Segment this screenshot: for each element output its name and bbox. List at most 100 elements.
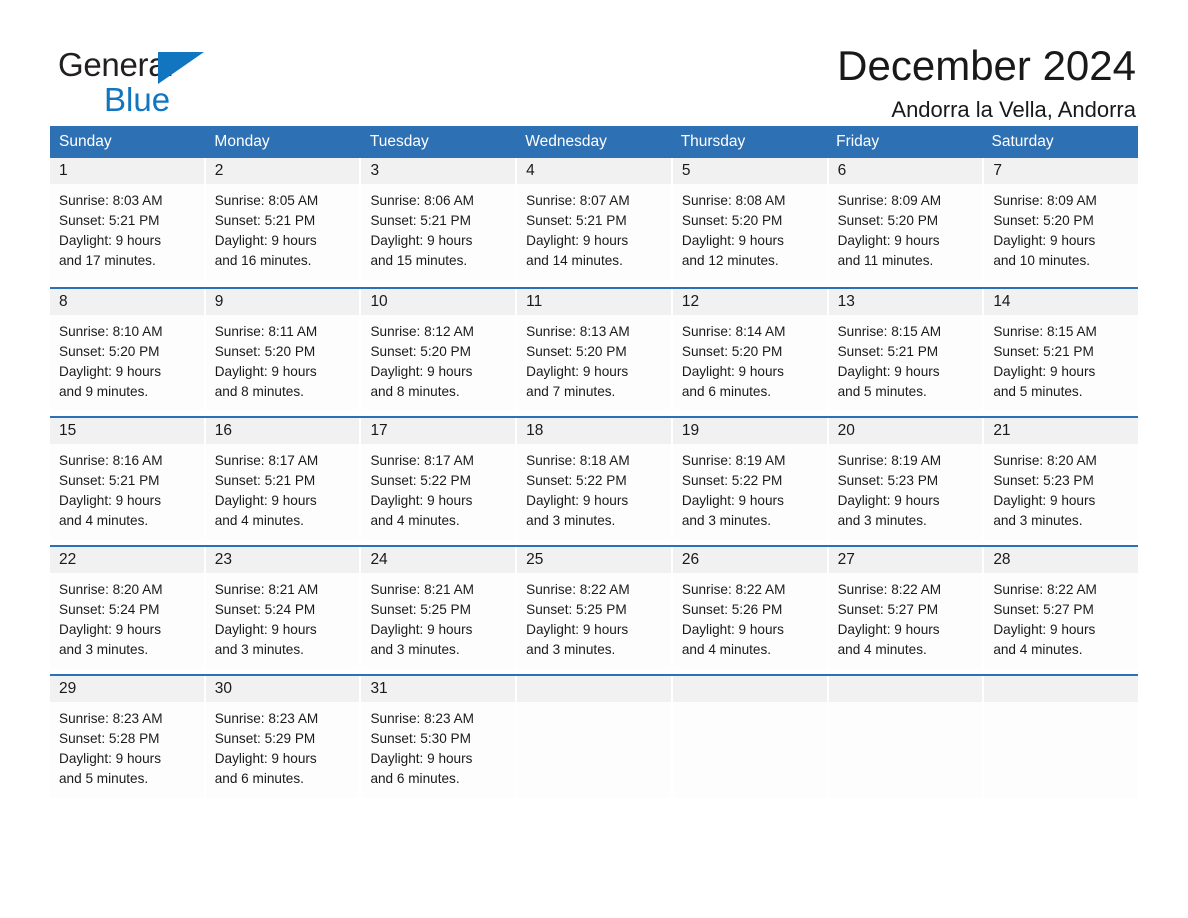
day-number: 4 — [526, 162, 535, 179]
calendar-day-cell[interactable]: 5 Sunrise: 8:08 AM Sunset: 5:20 PM Daylight… — [672, 158, 829, 282]
day-number-band: 6 — [828, 158, 983, 184]
daylight-text-line1: Daylight: 9 hours — [993, 622, 1096, 637]
sunrise-text: Sunrise: 8:05 AM — [214, 193, 319, 208]
calendar-day-cell[interactable]: 1 Sunrise: 8:03 AM Sunset: 5:21 PM Daylight… — [50, 158, 206, 282]
day-number-band: 17 — [361, 418, 516, 444]
day-number-band: 2 — [205, 158, 360, 184]
day-number-band — [828, 676, 983, 702]
calendar-day-cell[interactable]: 11 Sunrise: 8:13 AM Sunset: 5:20 PM Dayligh… — [517, 289, 673, 411]
sunset-text: Sunset: 5:20 PM — [837, 213, 939, 228]
weekday-header-saturday: Saturday — [991, 133, 1054, 150]
calendar-day-cell[interactable]: 16 Sunrise: 8:17 AM Sunset: 5:21 PM Dayligh… — [205, 418, 362, 540]
daylight-text-line2: and 3 minutes. — [681, 513, 772, 528]
calendar-week-row: 8 Sunrise: 8:10 AM Sunset: 5:20 PM Daylight… — [50, 287, 1139, 411]
daylight-text-line2: and 14 minutes. — [526, 253, 623, 268]
daylight-text-line1: Daylight: 9 hours — [59, 751, 162, 766]
calendar-day-cell[interactable]: 24 Sunrise: 8:21 AM Sunset: 5:25 PM Dayligh… — [361, 547, 518, 669]
calendar-day-cell[interactable]: 22 Sunrise: 8:20 AM Sunset: 5:24 PM Dayligh… — [50, 547, 206, 669]
daylight-text-line2: and 4 minutes. — [214, 513, 304, 528]
day-sun-info: Sunrise: 8:22 AM Sunset: 5:25 PM Daylight:… — [517, 573, 671, 660]
daylight-text-line1: Daylight: 9 hours — [837, 364, 940, 379]
day-number: 20 — [837, 422, 855, 439]
calendar-day-cell[interactable]: 4 Sunrise: 8:07 AM Sunset: 5:21 PM Daylight… — [517, 158, 673, 282]
sunrise-text: Sunrise: 8:22 AM — [993, 582, 1097, 597]
daylight-text-line1: Daylight: 9 hours — [214, 622, 317, 637]
sunrise-text: Sunrise: 8:20 AM — [993, 453, 1097, 468]
day-number-band: 25 — [517, 547, 671, 573]
daylight-text-line2: and 8 minutes. — [214, 384, 304, 399]
sunset-text: Sunset: 5:20 PM — [681, 344, 783, 359]
sunrise-text: Sunrise: 8:20 AM — [59, 582, 163, 597]
sunrise-text: Sunrise: 8:09 AM — [993, 193, 1097, 208]
sunrise-text: Sunrise: 8:08 AM — [681, 193, 786, 208]
calendar-day-cell[interactable]: 17 Sunrise: 8:17 AM Sunset: 5:22 PM Dayligh… — [361, 418, 518, 540]
calendar-day-cell[interactable]: 10 Sunrise: 8:12 AM Sunset: 5:20 PM Dayligh… — [361, 289, 518, 411]
day-number: 29 — [59, 680, 77, 697]
calendar-day-cell[interactable]: 9 Sunrise: 8:11 AM Sunset: 5:20 PM Daylight… — [205, 289, 362, 411]
calendar-day-cell[interactable]: 12 Sunrise: 8:14 AM Sunset: 5:20 PM Dayligh… — [672, 289, 829, 411]
day-number: 1 — [59, 162, 68, 179]
calendar-day-cell[interactable]: 25 Sunrise: 8:22 AM Sunset: 5:25 PM Dayligh… — [517, 547, 673, 669]
sunrise-text: Sunrise: 8:06 AM — [370, 193, 474, 208]
daylight-text-line1: Daylight: 9 hours — [214, 364, 317, 379]
daylight-text-line2: and 5 minutes. — [59, 771, 149, 786]
day-sun-info: Sunrise: 8:19 AM Sunset: 5:22 PM Daylight:… — [673, 444, 827, 531]
calendar-day-cell[interactable]: 15 Sunrise: 8:16 AM Sunset: 5:21 PM Dayligh… — [50, 418, 206, 540]
daylight-text-line2: and 16 minutes. — [214, 253, 312, 268]
day-number: 15 — [59, 422, 77, 439]
day-number: 26 — [681, 551, 700, 568]
sunrise-text: Sunrise: 8:16 AM — [59, 453, 163, 468]
sunrise-text: Sunrise: 8:17 AM — [370, 453, 474, 468]
day-number: 14 — [993, 293, 1011, 310]
day-number-band — [984, 676, 1139, 702]
calendar-day-cell[interactable]: 7 Sunrise: 8:09 AM Sunset: 5:20 PM Daylight… — [984, 158, 1139, 282]
sunset-text: Sunset: 5:21 PM — [837, 344, 939, 359]
sunset-text: Sunset: 5:20 PM — [59, 344, 160, 359]
calendar-day-cell[interactable]: 13 Sunrise: 8:15 AM Sunset: 5:21 PM Dayligh… — [828, 289, 985, 411]
calendar-day-cell[interactable]: 14 Sunrise: 8:15 AM Sunset: 5:21 PM Dayligh… — [984, 289, 1139, 411]
day-number: 21 — [993, 422, 1011, 439]
calendar-day-cell[interactable]: 8 Sunrise: 8:10 AM Sunset: 5:20 PM Daylight… — [50, 289, 206, 411]
daylight-text-line1: Daylight: 9 hours — [214, 493, 317, 508]
daylight-text-line1: Daylight: 9 hours — [837, 233, 940, 248]
daylight-text-line1: Daylight: 9 hours — [681, 493, 784, 508]
daylight-text-line1: Daylight: 9 hours — [214, 751, 317, 766]
sunrise-text: Sunrise: 8:13 AM — [526, 324, 630, 339]
day-number-band: 15 — [50, 418, 204, 444]
day-number-band: 12 — [672, 289, 827, 315]
sunrise-text: Sunrise: 8:11 AM — [214, 324, 318, 339]
calendar-day-cell[interactable]: 23 Sunrise: 8:21 AM Sunset: 5:24 PM Dayligh… — [205, 547, 362, 669]
calendar-day-cell[interactable]: 30 Sunrise: 8:23 AM Sunset: 5:29 PM Dayligh… — [205, 676, 362, 798]
day-sun-info: Sunrise: 8:14 AM Sunset: 5:20 PM Daylight:… — [673, 315, 827, 402]
day-sun-info: Sunrise: 8:08 AM Sunset: 5:20 PM Daylight:… — [673, 184, 827, 271]
calendar-day-cell[interactable]: 20 Sunrise: 8:19 AM Sunset: 5:23 PM Dayligh… — [828, 418, 985, 540]
day-number: 10 — [370, 293, 388, 310]
calendar-day-cell[interactable]: 3 Sunrise: 8:06 AM Sunset: 5:21 PM Daylight… — [361, 158, 518, 282]
day-sun-info: Sunrise: 8:06 AM Sunset: 5:21 PM Daylight:… — [361, 184, 515, 271]
day-number: 31 — [370, 680, 388, 697]
calendar-day-cell[interactable]: 6 Sunrise: 8:09 AM Sunset: 5:20 PM Daylight… — [828, 158, 985, 282]
calendar-day-cell[interactable]: 31 Sunrise: 8:23 AM Sunset: 5:30 PM Dayligh… — [361, 676, 518, 798]
weekday-header-monday: Monday — [214, 133, 270, 150]
calendar-day-cell[interactable]: 21 Sunrise: 8:20 AM Sunset: 5:23 PM Dayligh… — [984, 418, 1139, 540]
calendar-day-cell[interactable]: 19 Sunrise: 8:19 AM Sunset: 5:22 PM Dayligh… — [672, 418, 829, 540]
calendar-day-cell[interactable]: 18 Sunrise: 8:18 AM Sunset: 5:22 PM Dayligh… — [517, 418, 673, 540]
calendar-day-cell[interactable]: 2 Sunrise: 8:05 AM Sunset: 5:21 PM Daylight… — [205, 158, 362, 282]
day-number: 16 — [214, 422, 232, 439]
calendar-day-cell[interactable]: 28 Sunrise: 8:22 AM Sunset: 5:27 PM Dayligh… — [984, 547, 1139, 669]
daylight-text-line1: Daylight: 9 hours — [681, 233, 784, 248]
day-number-band: 1 — [50, 158, 204, 184]
calendar-day-cell[interactable]: 26 Sunrise: 8:22 AM Sunset: 5:26 PM Dayligh… — [672, 547, 829, 669]
calendar-day-cell-empty — [984, 676, 1139, 798]
daylight-text-line2: and 3 minutes. — [526, 513, 616, 528]
general-blue-logo[interactable]: General Blue — [58, 48, 258, 120]
daylight-text-line2: and 8 minutes. — [370, 384, 460, 399]
day-number: 2 — [214, 162, 224, 179]
calendar-day-cell[interactable]: 27 Sunrise: 8:22 AM Sunset: 5:27 PM Dayligh… — [828, 547, 985, 669]
daylight-text-line2: and 6 minutes. — [370, 771, 460, 786]
day-number: 9 — [214, 293, 224, 310]
calendar-day-cell[interactable]: 29 Sunrise: 8:23 AM Sunset: 5:28 PM Dayligh… — [50, 676, 206, 798]
sunrise-text: Sunrise: 8:22 AM — [837, 582, 942, 597]
day-number-band: 19 — [672, 418, 827, 444]
daylight-text-line1: Daylight: 9 hours — [993, 364, 1096, 379]
